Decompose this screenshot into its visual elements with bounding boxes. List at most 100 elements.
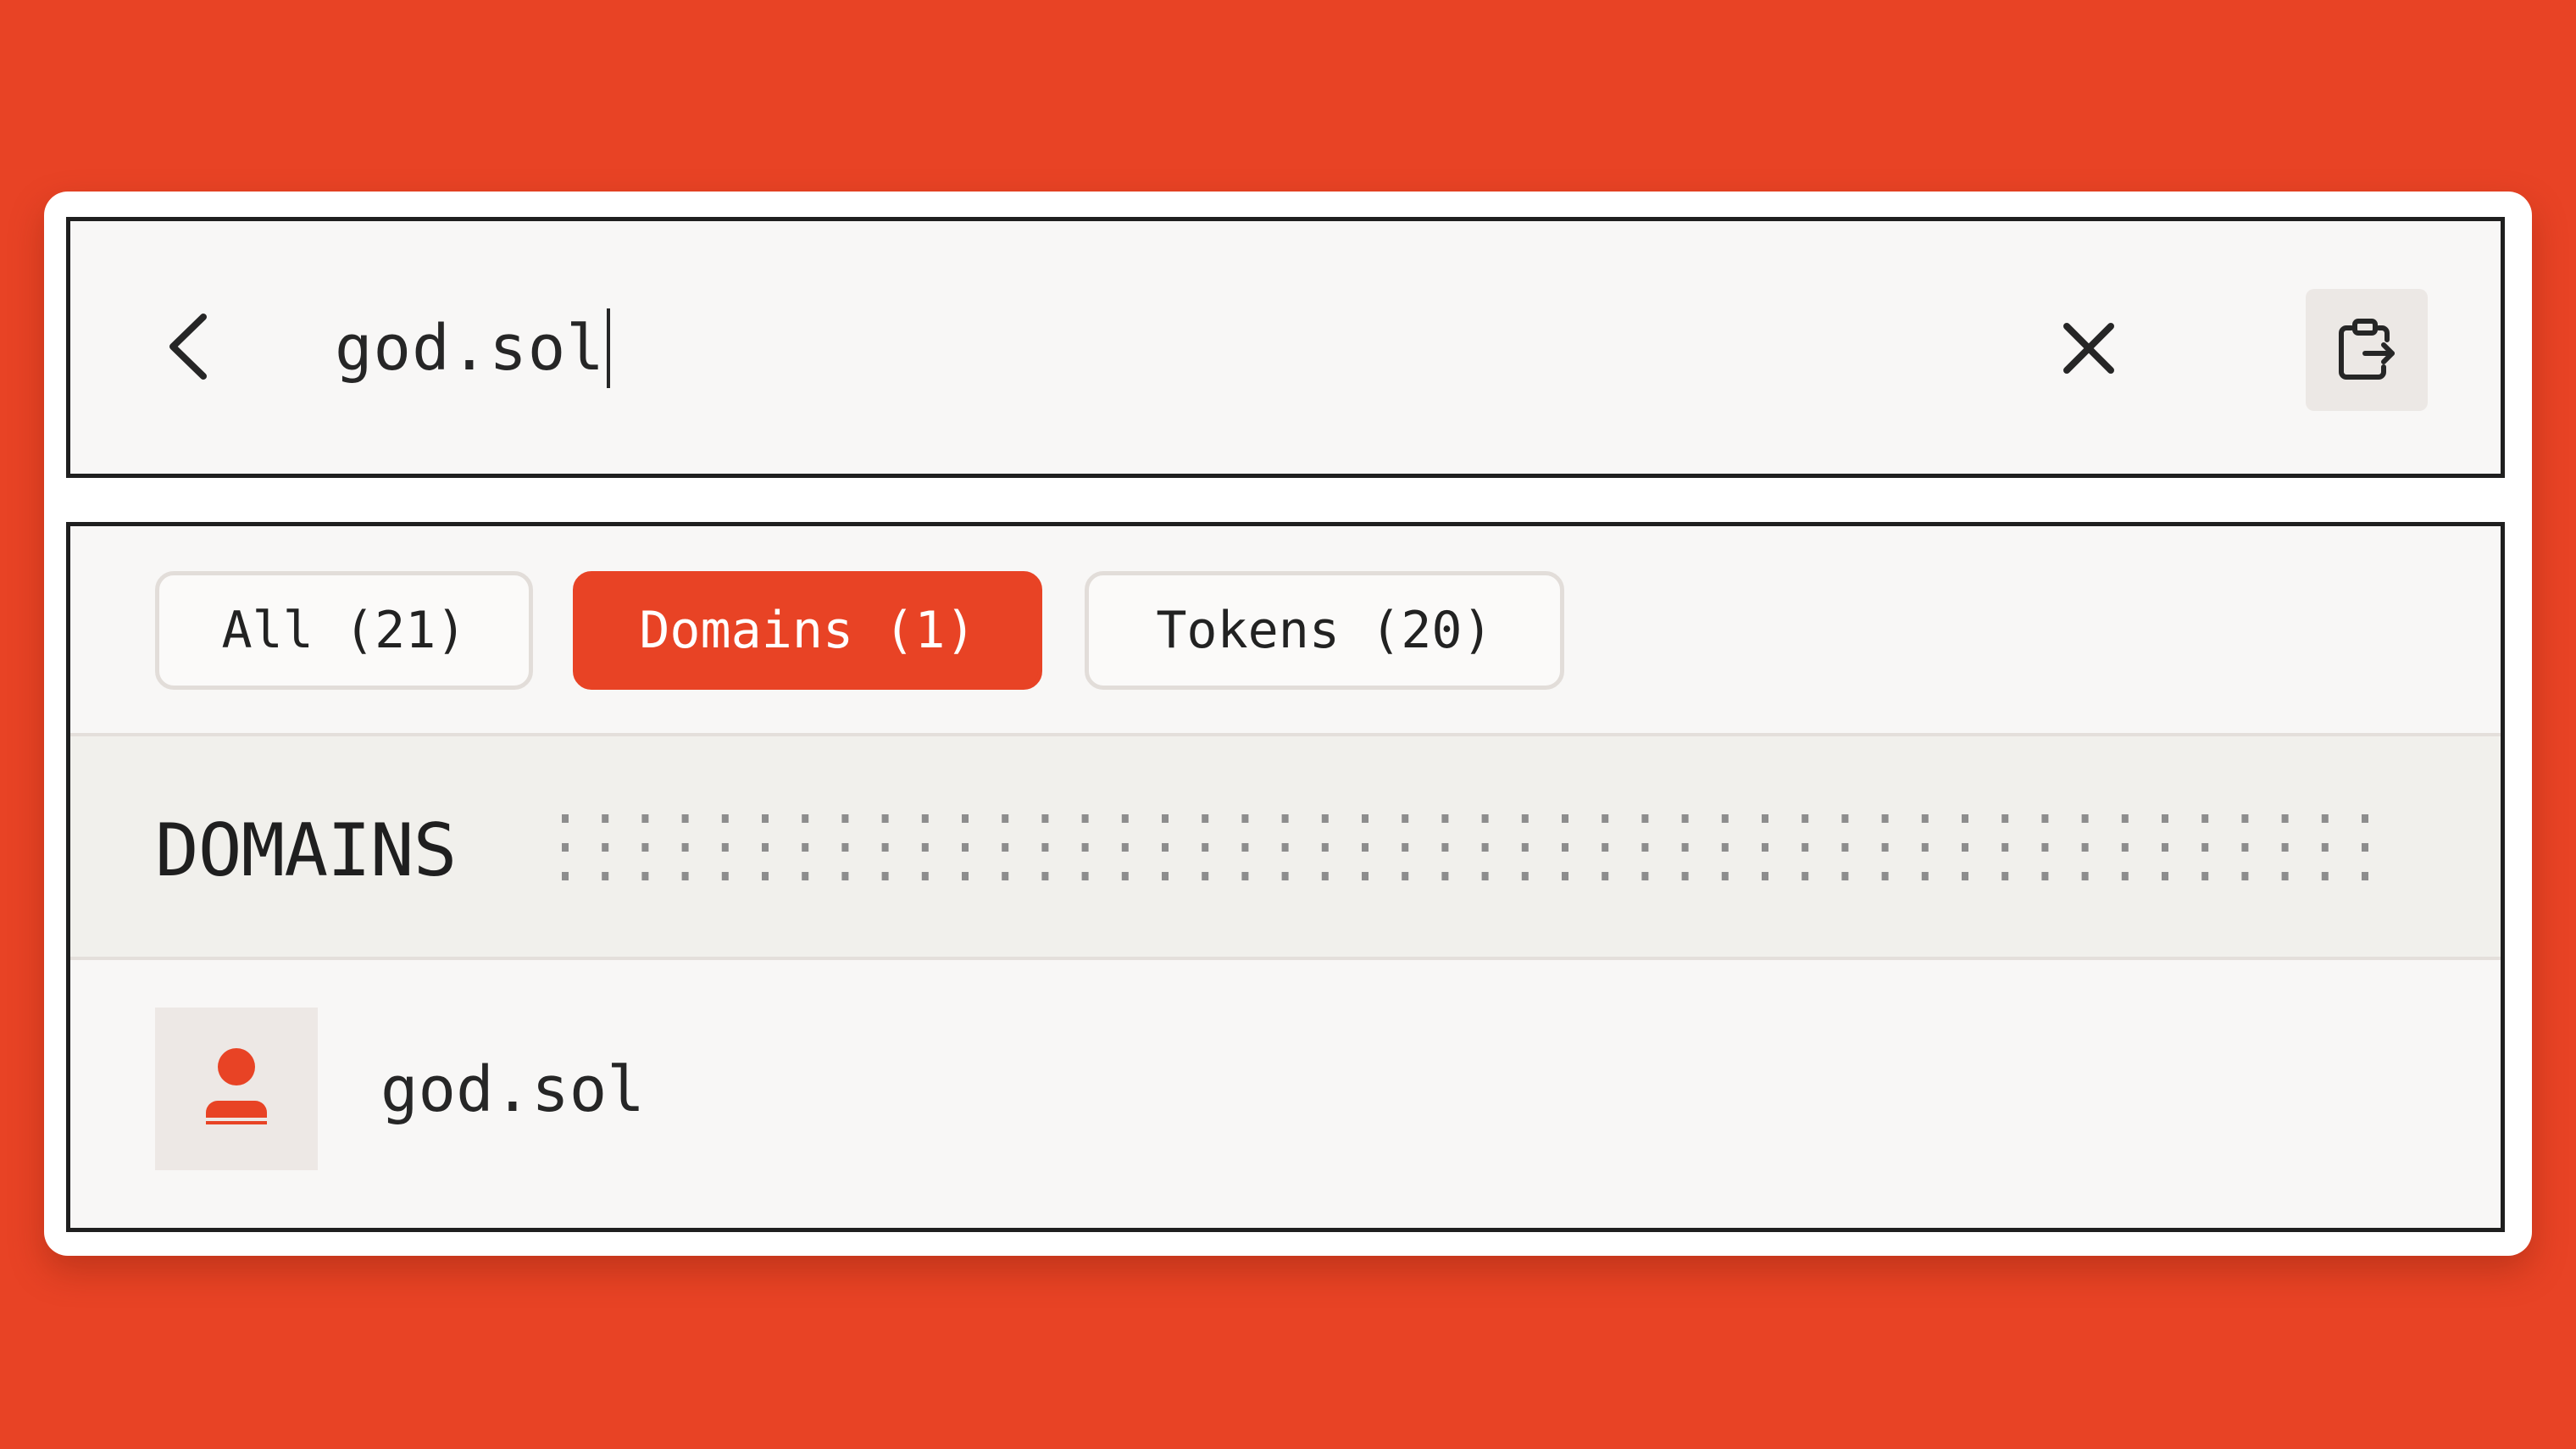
pattern-dot: [1721, 872, 1729, 880]
pattern-dot: [802, 872, 809, 880]
close-icon: [2063, 323, 2114, 374]
dot-pattern: [562, 814, 2368, 880]
paste-button[interactable]: [2306, 289, 2428, 411]
pattern-dot: [1721, 843, 1729, 852]
clipboard-paste-icon: [2339, 319, 2395, 380]
pattern-dot: [1202, 872, 1209, 880]
back-button[interactable]: [136, 296, 238, 397]
section-header-domains: DOMAINS: [70, 733, 2501, 960]
pattern-dot: [841, 872, 849, 880]
pattern-dot: [1281, 843, 1289, 852]
pattern-dot: [2121, 872, 2129, 880]
pattern-dot: [602, 814, 609, 823]
pattern-dot: [1641, 872, 1649, 880]
pattern-dot: [562, 872, 569, 880]
pattern-dot: [2321, 872, 2329, 880]
pattern-dot: [1121, 814, 1129, 823]
pattern-dot: [1881, 814, 1889, 823]
pattern-dot: [2321, 843, 2329, 852]
pattern-dot: [1841, 843, 1849, 852]
pattern-dot: [1402, 814, 1409, 823]
pattern-dot: [1362, 872, 1368, 880]
section-title: DOMAINS: [155, 808, 457, 893]
pattern-dot: [1441, 872, 1449, 880]
pattern-dot: [1321, 843, 1329, 852]
filter-tabs: All (21) Domains (1) Tokens (20): [70, 526, 2501, 733]
pattern-dot: [1962, 843, 1968, 852]
pattern-dot: [2162, 814, 2168, 823]
pattern-dot: [1562, 872, 1568, 880]
pattern-dot: [1521, 814, 1529, 823]
pattern-dot: [2001, 814, 2009, 823]
pattern-dot: [2321, 814, 2329, 823]
pattern-dot: [962, 843, 969, 852]
pattern-dot: [2241, 814, 2249, 823]
pattern-dot: [1881, 872, 1889, 880]
pattern-dot: [1602, 843, 1609, 852]
results-panel: All (21) Domains (1) Tokens (20) DOMAINS…: [66, 522, 2505, 1232]
pattern-dot: [2041, 872, 2049, 880]
chevron-left-icon: [169, 314, 207, 380]
search-bar: god.sol: [66, 217, 2505, 478]
pattern-dot: [802, 814, 809, 823]
pattern-dot: [1841, 814, 1849, 823]
pattern-dot: [1441, 843, 1449, 852]
search-input-value: god.sol: [335, 312, 605, 385]
pattern-dot: [2121, 843, 2129, 852]
pattern-dot: [921, 843, 929, 852]
pattern-dot: [1002, 843, 1009, 852]
pattern-dot: [681, 872, 689, 880]
pattern-dot: [562, 843, 569, 852]
pattern-dot: [762, 814, 769, 823]
pattern-dot: [1481, 814, 1489, 823]
clear-search-button[interactable]: [2038, 297, 2140, 399]
pattern-dot: [1602, 872, 1609, 880]
pattern-dot: [1762, 814, 1768, 823]
pattern-dot: [562, 814, 569, 823]
pattern-dot: [2241, 843, 2249, 852]
pattern-dot: [1041, 843, 1049, 852]
pattern-dot: [1521, 872, 1529, 880]
filter-tab-domains[interactable]: Domains (1): [573, 571, 1042, 690]
result-item[interactable]: god.sol: [70, 960, 2501, 1228]
pattern-dot: [602, 843, 609, 852]
pattern-dot: [641, 872, 649, 880]
pattern-dot: [1121, 872, 1129, 880]
pattern-dot: [921, 872, 929, 880]
result-item-label: god.sol: [380, 1053, 645, 1126]
pattern-dot: [1681, 872, 1689, 880]
pattern-dot: [1281, 872, 1289, 880]
pattern-dot: [1402, 872, 1409, 880]
pattern-dot: [2041, 814, 2049, 823]
pattern-dot: [1562, 843, 1568, 852]
pattern-dot: [1162, 814, 1169, 823]
pattern-dot: [2081, 872, 2089, 880]
pattern-dot: [802, 843, 809, 852]
search-input[interactable]: god.sol: [335, 297, 1945, 399]
filter-tab-tokens[interactable]: Tokens (20): [1085, 571, 1564, 690]
pattern-dot: [762, 872, 769, 880]
pattern-dot: [841, 814, 849, 823]
pattern-dot: [1241, 872, 1249, 880]
pattern-dot: [2201, 814, 2209, 823]
pattern-dot: [1081, 814, 1089, 823]
pattern-dot: [1802, 843, 1809, 852]
pattern-dot: [1321, 814, 1329, 823]
pattern-dot: [1041, 814, 1049, 823]
pattern-dot: [1081, 872, 1089, 880]
pattern-dot: [1921, 872, 1929, 880]
pattern-dot: [1321, 872, 1329, 880]
pattern-dot: [1362, 843, 1368, 852]
pattern-dot: [2001, 872, 2009, 880]
filter-tab-all[interactable]: All (21): [155, 571, 533, 690]
text-caret: [606, 308, 610, 388]
pattern-dot: [1241, 814, 1249, 823]
pattern-dot: [881, 814, 889, 823]
pattern-dot: [1041, 872, 1049, 880]
pattern-dot: [2162, 843, 2168, 852]
pattern-dot: [681, 814, 689, 823]
pattern-dot: [2241, 872, 2249, 880]
pattern-dot: [2362, 843, 2368, 852]
pattern-dot: [1881, 843, 1889, 852]
pattern-dot: [721, 872, 729, 880]
